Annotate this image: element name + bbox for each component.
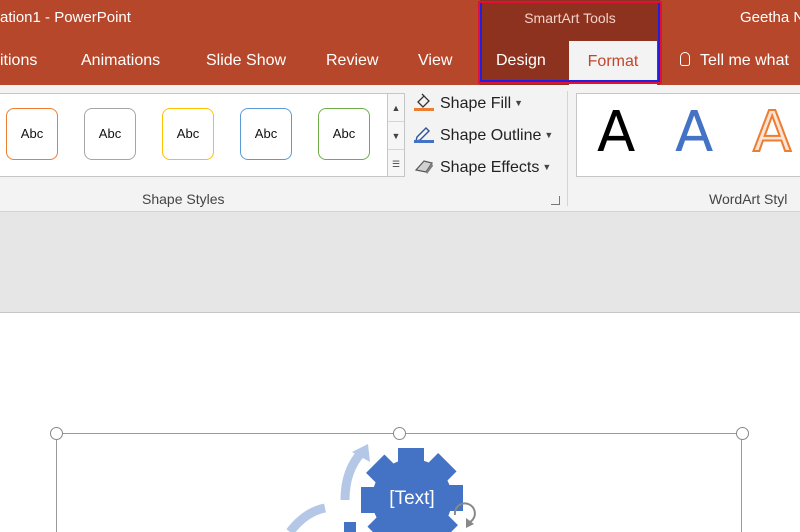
smartart-graphic <box>286 444 476 532</box>
cycle-arrow-shape <box>286 503 327 532</box>
cycle-arrow-shape <box>340 448 366 501</box>
smartart-node-text[interactable]: [Text] <box>376 488 448 510</box>
rotate-icon <box>453 502 476 528</box>
gear-fragment <box>344 522 356 532</box>
